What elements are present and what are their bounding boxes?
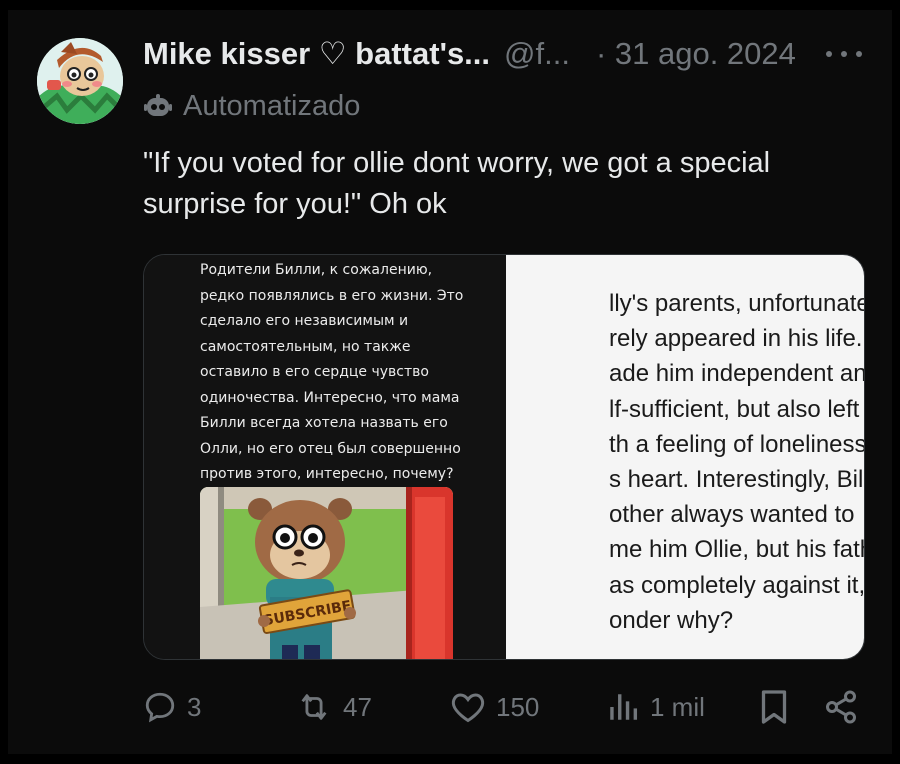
russian-line: Олли, но его отец был совершенно — [200, 440, 461, 457]
russian-line: сделало его независимым и — [200, 313, 409, 329]
reply-button[interactable]: 3 — [143, 686, 201, 728]
russian-line: одиночества. Интересно, что мама — [200, 389, 460, 406]
views-icon — [610, 694, 638, 720]
english-line: ade him independent and — [609, 360, 864, 388]
english-line: lf-sufficient, but also left him — [609, 395, 864, 423]
more-icon[interactable] — [826, 44, 862, 64]
repost-count: 47 — [343, 691, 372, 722]
action-bar: 3 47 150 1 mil — [143, 686, 863, 728]
english-line: rely appeared in his life. This — [609, 325, 864, 353]
russian-line: самостоятельным, но также — [200, 338, 411, 355]
russian-text: Родители Билли, к сожалению, редко появл… — [200, 258, 490, 488]
avatar-image — [37, 38, 123, 124]
tweet-media[interactable]: Родители Билли, к сожалению, редко появл… — [143, 254, 865, 660]
timestamp[interactable]: · 31 ago. 2024 — [596, 36, 796, 72]
bookmark-icon — [761, 690, 787, 724]
english-line: s heart. Interestingly, Billy's — [609, 466, 864, 494]
russian-line: против этого, интересно, почему? — [200, 466, 454, 482]
english-line: other always wanted to — [609, 501, 855, 529]
reply-icon — [145, 692, 175, 723]
cartoon-image: SUBSCRIBE — [200, 487, 453, 659]
automated-text: Automatizado — [183, 90, 361, 122]
english-line: onder why? — [609, 606, 734, 634]
views-button[interactable]: 1 mil — [606, 686, 705, 728]
like-count: 150 — [496, 691, 540, 722]
handle[interactable]: @f... — [504, 36, 570, 72]
bot-icon — [144, 93, 172, 116]
russian-line: Родители Билли, к сожалению, — [200, 262, 433, 278]
english-line: as completely against it, I — [609, 571, 864, 599]
repost-icon — [301, 694, 327, 720]
reply-count: 3 — [187, 691, 202, 722]
automated-label: Automatizado — [143, 90, 360, 123]
russian-line: Билли всегда хотела назвать его — [200, 415, 448, 431]
views-count: 1 mil — [650, 691, 705, 722]
tweet-text: "If you voted for ollie dont worry, we g… — [143, 147, 771, 220]
share-icon — [826, 690, 856, 724]
like-button[interactable]: 150 — [450, 686, 539, 728]
english-line: lly's parents, unfortunately, — [609, 290, 864, 317]
media-right-panel: lly's parents, unfortunately, rely appea… — [506, 255, 864, 659]
media-left-panel: Родители Билли, к сожалению, редко появл… — [144, 255, 506, 659]
repost-button[interactable]: 47 — [295, 686, 372, 728]
share-button[interactable] — [823, 686, 869, 728]
english-line: me him Ollie, but his father — [609, 536, 864, 564]
english-line: th a feeling of loneliness in — [609, 430, 864, 458]
russian-line: редко появлялись в его жизни. Это — [200, 287, 464, 304]
screenshot-frame: Mike kisser ♡ battat's... @f... · 31 ago… — [0, 0, 900, 764]
english-text: lly's parents, unfortunately, rely appea… — [506, 286, 864, 638]
russian-line: оставило в его сердце чувство — [200, 364, 429, 380]
tweet-header: Mike kisser ♡ battat's... @f... · 31 ago… — [143, 36, 796, 72]
bookmark-button[interactable] — [759, 686, 799, 728]
heart-icon — [451, 693, 485, 723]
display-name[interactable]: Mike kisser ♡ battat's... — [143, 36, 490, 72]
avatar[interactable] — [37, 38, 123, 124]
